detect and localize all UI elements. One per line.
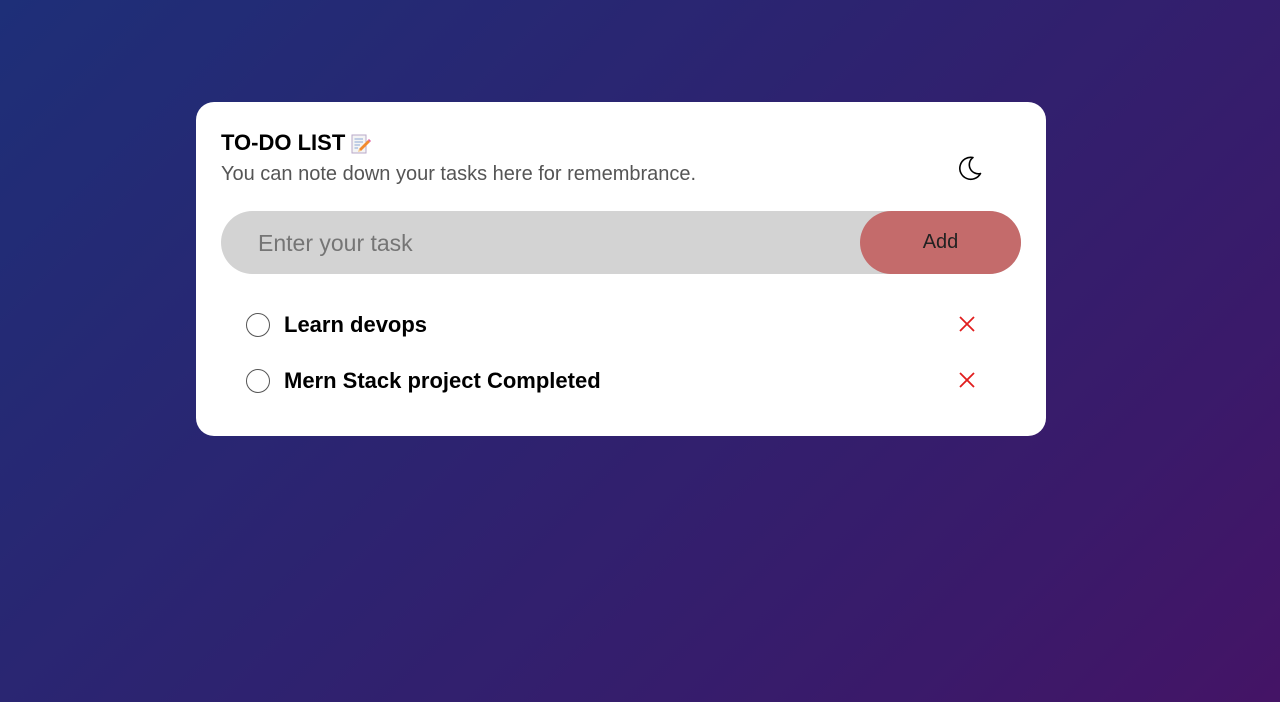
todo-card: TO-DO LIST You can note down your tasks …: [196, 102, 1046, 436]
memo-icon: [351, 133, 372, 155]
moon-icon: [959, 156, 982, 181]
task-text[interactable]: Learn devops: [284, 312, 427, 338]
task-list: Learn devops Mern Stack project Complete…: [246, 300, 991, 412]
task-checkbox[interactable]: [246, 313, 270, 337]
close-icon[interactable]: [957, 370, 977, 390]
task-checkbox[interactable]: [246, 369, 270, 393]
page-title: TO-DO LIST: [221, 130, 346, 155]
page-subtitle: You can note down your tasks here for re…: [221, 163, 697, 185]
list-item: Mern Stack project Completed: [246, 356, 991, 412]
task-text[interactable]: Mern Stack project Completed: [284, 368, 601, 394]
title-row: TO-DO LIST: [221, 130, 372, 156]
task-input[interactable]: [256, 211, 840, 276]
close-icon[interactable]: [957, 314, 977, 334]
add-button[interactable]: Add: [860, 211, 1021, 274]
list-item: Learn devops: [246, 300, 991, 356]
theme-toggle[interactable]: [954, 152, 986, 184]
task-input-bar: Add: [221, 211, 1021, 276]
